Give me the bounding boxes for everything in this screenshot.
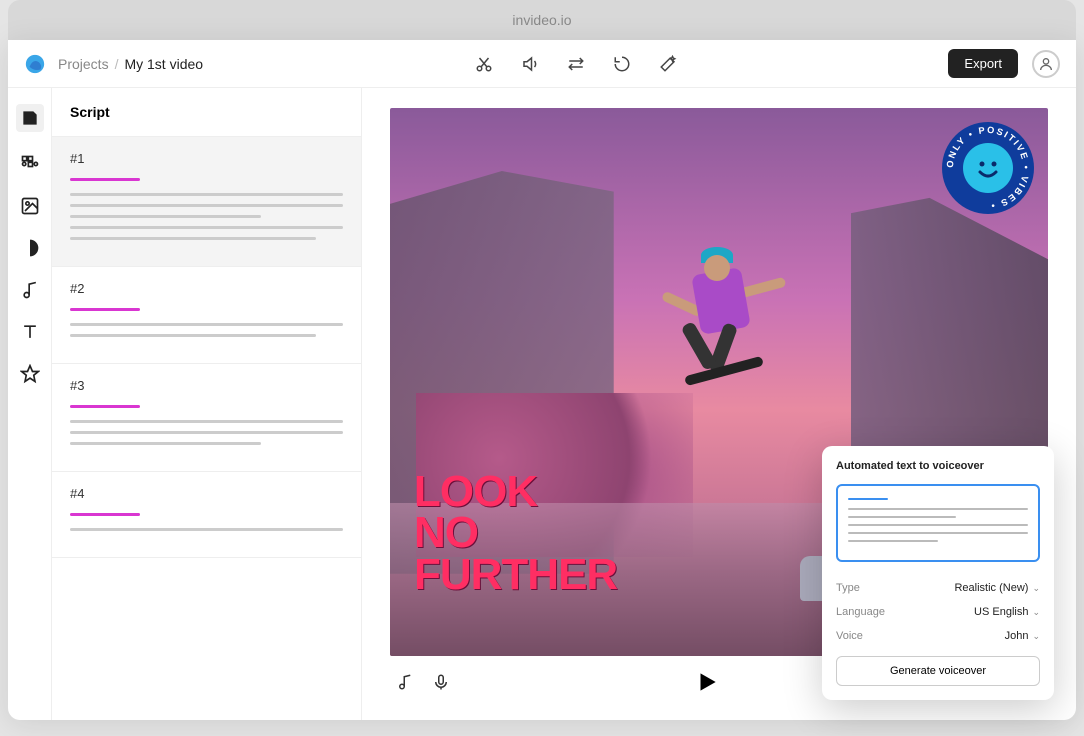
topbar: Projects / My 1st video Export: [8, 40, 1076, 88]
microphone-icon[interactable]: [432, 673, 450, 691]
play-button[interactable]: [694, 669, 720, 695]
voiceover-voice-row[interactable]: Voice John⌄: [836, 624, 1040, 648]
voiceover-language-value: US English: [974, 606, 1028, 618]
text-tab-icon[interactable]: [20, 322, 40, 342]
script-item-1[interactable]: #1: [52, 137, 361, 267]
browser-url: invideo.io: [512, 12, 571, 28]
cut-icon[interactable]: [475, 55, 493, 73]
script-title-line: [70, 405, 140, 408]
script-panel: Script #1 #2 #3: [52, 88, 362, 720]
voiceover-type-row[interactable]: Type Realistic (New) ⌄: [836, 576, 1040, 600]
voiceover-voice-label: Voice: [836, 630, 863, 642]
script-body-line: [70, 431, 343, 434]
voiceover-text-preview[interactable]: [836, 484, 1040, 562]
voiceover-voice-value: John: [1005, 630, 1029, 642]
shapes-tab-icon[interactable]: [20, 238, 40, 258]
script-title-line: [70, 178, 140, 181]
play-icon: [694, 669, 720, 695]
magic-wand-icon[interactable]: [659, 55, 677, 73]
browser-tab-bar: invideo.io: [8, 0, 1076, 40]
script-body-line: [70, 334, 316, 337]
side-rail: [8, 88, 52, 720]
voiceover-type-label: Type: [836, 582, 860, 594]
script-body-line: [70, 237, 316, 240]
generate-voiceover-button[interactable]: Generate voiceover: [836, 656, 1040, 686]
app-logo-icon: [24, 53, 46, 75]
swap-icon[interactable]: [567, 55, 585, 73]
voiceover-type-value: Realistic (New): [954, 582, 1028, 594]
chevron-down-icon: ⌄: [1032, 583, 1040, 594]
script-item-label: #3: [70, 378, 343, 393]
script-body-line: [70, 528, 343, 531]
export-button[interactable]: Export: [948, 49, 1018, 78]
user-avatar[interactable]: [1032, 50, 1060, 78]
script-item-3[interactable]: #3: [52, 364, 361, 472]
music-track-icon[interactable]: [396, 673, 414, 691]
script-body-line: [70, 204, 343, 207]
chevron-down-icon: ⌄: [1032, 631, 1040, 642]
script-title-line: [70, 513, 140, 516]
media-tab-icon[interactable]: [20, 196, 40, 216]
sticker-badge: ONLY • POSITIVE • VIBES •: [942, 122, 1034, 214]
voiceover-panel: Automated text to voiceover Type Realist…: [822, 446, 1054, 700]
preview-skater: [666, 261, 776, 391]
topbar-right: Export: [948, 49, 1060, 78]
script-body-line: [70, 215, 261, 218]
script-body-line: [70, 323, 343, 326]
script-item-4[interactable]: #4: [52, 472, 361, 558]
music-tab-icon[interactable]: [20, 280, 40, 300]
breadcrumb-projects[interactable]: Projects: [58, 56, 109, 72]
script-item-label: #2: [70, 281, 343, 296]
preview-overlay-text: LOOK NO FURTHER: [414, 471, 617, 596]
script-panel-title: Script: [52, 88, 361, 137]
undo-icon[interactable]: [613, 55, 631, 73]
breadcrumb-title: My 1st video: [124, 56, 203, 72]
script-body-line: [70, 193, 343, 196]
script-body-line: [70, 420, 343, 423]
topbar-tools: [215, 55, 936, 73]
favorites-tab-icon[interactable]: [20, 364, 40, 384]
script-item-label: #1: [70, 151, 343, 166]
script-item-label: #4: [70, 486, 343, 501]
scenes-tab-icon[interactable]: [20, 154, 40, 174]
script-body-line: [70, 226, 343, 229]
script-tab-icon[interactable]: [16, 104, 44, 132]
chevron-down-icon: ⌄: [1032, 607, 1040, 618]
volume-icon[interactable]: [521, 55, 539, 73]
script-body-line: [70, 442, 261, 445]
voiceover-language-row[interactable]: Language US English ⌄: [836, 600, 1040, 624]
voiceover-language-label: Language: [836, 606, 885, 618]
script-title-line: [70, 308, 140, 311]
voiceover-title: Automated text to voiceover: [836, 460, 1040, 472]
sticker-text: ONLY • POSITIVE • VIBES •: [942, 122, 1034, 214]
script-item-2[interactable]: #2: [52, 267, 361, 364]
svg-text:ONLY • POSITIVE • VIBES •: ONLY • POSITIVE • VIBES •: [945, 125, 1031, 211]
breadcrumb-separator: /: [115, 56, 119, 72]
user-icon: [1038, 56, 1054, 72]
breadcrumb: Projects / My 1st video: [58, 56, 203, 72]
